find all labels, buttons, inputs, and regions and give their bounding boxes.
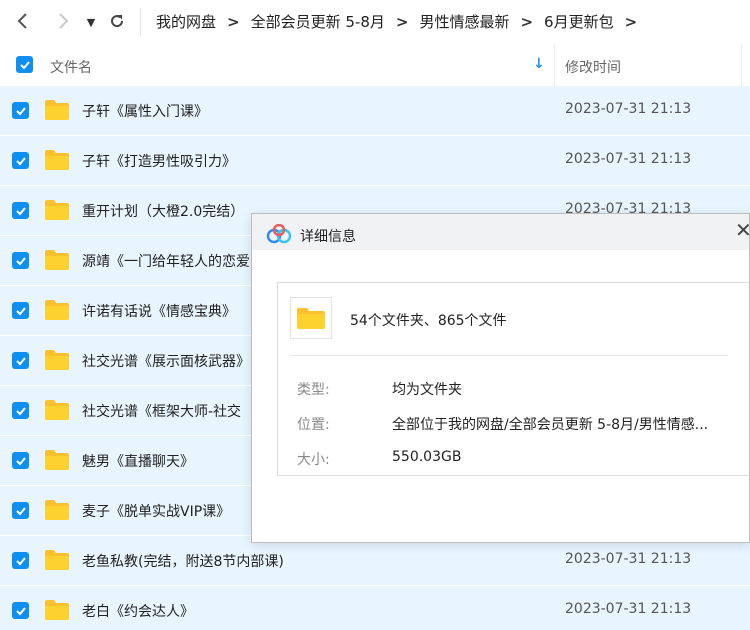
back-arrow-icon: [17, 13, 27, 29]
checkmark-icon: [15, 406, 26, 415]
folder-icon: [45, 100, 69, 120]
folder-icon: [45, 250, 69, 270]
details-dialog: 详细信息 ✕ 54个文件夹、865个文件 类型: 均为文件夹 位置: 全部位于我…: [251, 213, 750, 543]
row-checkbox[interactable]: [12, 102, 29, 119]
folder-icon: [45, 350, 69, 370]
type-label: 类型:: [297, 382, 330, 398]
row-checkbox[interactable]: [12, 552, 29, 569]
table-row[interactable]: 子轩《打造男性吸引力》 2023-07-31 21:13: [0, 136, 750, 186]
nav-separator: [140, 8, 141, 36]
file-name[interactable]: 魅男《直播聊天》: [82, 451, 194, 471]
breadcrumb-separator: >: [520, 12, 534, 31]
dialog-header: 详细信息 ✕: [252, 214, 750, 250]
row-checkbox[interactable]: [12, 502, 29, 519]
checkmark-icon: [15, 156, 26, 165]
refresh-button[interactable]: [106, 10, 128, 32]
row-checkbox[interactable]: [12, 402, 29, 419]
back-button[interactable]: [12, 10, 34, 32]
checkmark-icon: [15, 606, 26, 615]
dropdown-icon: ▼: [86, 15, 96, 29]
navigation-bar: ▼ 我的网盘 > 全部会员更新 5-8月 > 男性情感最新 > 6月更新包 >: [0, 0, 750, 44]
checkmark-icon: [15, 206, 26, 215]
column-divider[interactable]: [554, 44, 555, 86]
folder-icon: [45, 550, 69, 570]
row-checkbox[interactable]: [12, 452, 29, 469]
folder-icon: [45, 400, 69, 420]
breadcrumb-item[interactable]: 全部会员更新 5-8月: [251, 11, 385, 32]
sort-down-icon[interactable]: ↓: [533, 56, 545, 72]
checkmark-icon: [15, 306, 26, 315]
modified-time: 2023-07-31 21:13: [565, 551, 692, 567]
folder-icon: [45, 150, 69, 170]
type-value: 均为文件夹: [392, 382, 462, 398]
file-name[interactable]: 子轩《属性入门课》: [82, 101, 208, 121]
forward-button[interactable]: [52, 10, 74, 32]
modified-time: 2023-07-31 21:13: [565, 151, 692, 167]
folder-icon: [290, 297, 332, 339]
folder-icon: [45, 500, 69, 520]
row-checkbox[interactable]: [12, 152, 29, 169]
file-name[interactable]: 老白《约会达人》: [82, 601, 194, 621]
file-name[interactable]: 许诺有话说《情感宝典》: [82, 301, 236, 321]
file-name[interactable]: 社交光谱《框架大师-社交: [82, 401, 241, 421]
column-header-modified-time[interactable]: 修改时间: [565, 57, 621, 77]
checkmark-icon: [15, 506, 26, 515]
dialog-title: 详细信息: [300, 229, 356, 245]
folder-icon: [45, 300, 69, 320]
cloud-logo-icon: [266, 224, 292, 244]
file-name[interactable]: 老鱼私教(完结，附送8节内部课): [82, 551, 284, 571]
checkmark-icon: [15, 456, 26, 465]
file-name[interactable]: 源靖《一门给年轻人的恋爱: [82, 251, 250, 271]
details-card: 54个文件夹、865个文件 类型: 均为文件夹 位置: 全部位于我的网盘/全部会…: [277, 282, 750, 476]
folder-icon: [45, 600, 69, 620]
column-header-name[interactable]: 文件名: [50, 57, 92, 77]
modified-time: 2023-07-31 21:13: [565, 601, 692, 617]
size-value: 550.03GB: [392, 449, 462, 465]
checkmark-icon: [15, 256, 26, 265]
breadcrumb-separator: >: [227, 12, 240, 31]
breadcrumb-separator[interactable]: >: [625, 13, 638, 31]
breadcrumb-item[interactable]: 我的网盘: [156, 11, 216, 32]
breadcrumb-separator: >: [395, 12, 409, 31]
row-checkbox[interactable]: [12, 202, 29, 219]
row-checkbox[interactable]: [12, 602, 29, 619]
modified-time: 2023-07-31 21:13: [565, 101, 692, 117]
checkmark-icon: [15, 106, 26, 115]
row-checkbox[interactable]: [12, 252, 29, 269]
row-checkbox[interactable]: [12, 352, 29, 369]
file-name[interactable]: 重开计划（大橙2.0完结）: [82, 201, 244, 221]
file-list-header: 文件名 ↓ 修改时间: [0, 44, 750, 86]
breadcrumb: 我的网盘 > 全部会员更新 5-8月 > 男性情感最新 > 6月更新包 >: [156, 11, 648, 32]
select-all-checkbox[interactable]: [16, 56, 33, 73]
row-checkbox[interactable]: [12, 302, 29, 319]
checkmark-icon: [15, 356, 26, 365]
table-row[interactable]: 子轩《属性入门课》 2023-07-31 21:13: [0, 86, 750, 136]
folder-icon: [45, 450, 69, 470]
table-row[interactable]: 老鱼私教(完结，附送8节内部课) 2023-07-31 21:13: [0, 536, 750, 586]
breadcrumb-item[interactable]: 男性情感最新: [419, 11, 509, 32]
close-icon[interactable]: ✕: [735, 218, 750, 242]
refresh-icon: [111, 15, 124, 28]
forward-arrow-icon: [59, 13, 69, 29]
selection-summary: 54个文件夹、865个文件: [350, 313, 507, 329]
location-value: 全部位于我的网盘/全部会员更新 5-8月/男性情感...: [392, 417, 709, 433]
folder-icon: [45, 200, 69, 220]
location-label: 位置:: [297, 417, 330, 433]
table-row[interactable]: 老白《约会达人》 2023-07-31 21:13: [0, 586, 750, 630]
column-divider[interactable]: [741, 44, 742, 86]
breadcrumb-item[interactable]: 6月更新包: [544, 11, 614, 32]
checkmark-icon: [15, 556, 26, 565]
file-name[interactable]: 社交光谱《展示面核武器》: [82, 351, 250, 371]
file-name[interactable]: 麦子《脱单实战VIP课》: [82, 501, 230, 521]
size-label: 大小:: [297, 452, 330, 468]
divider: [290, 355, 728, 356]
history-dropdown-button[interactable]: ▼: [84, 12, 98, 32]
checkmark-icon: [19, 60, 30, 69]
file-name[interactable]: 子轩《打造男性吸引力》: [82, 151, 236, 171]
